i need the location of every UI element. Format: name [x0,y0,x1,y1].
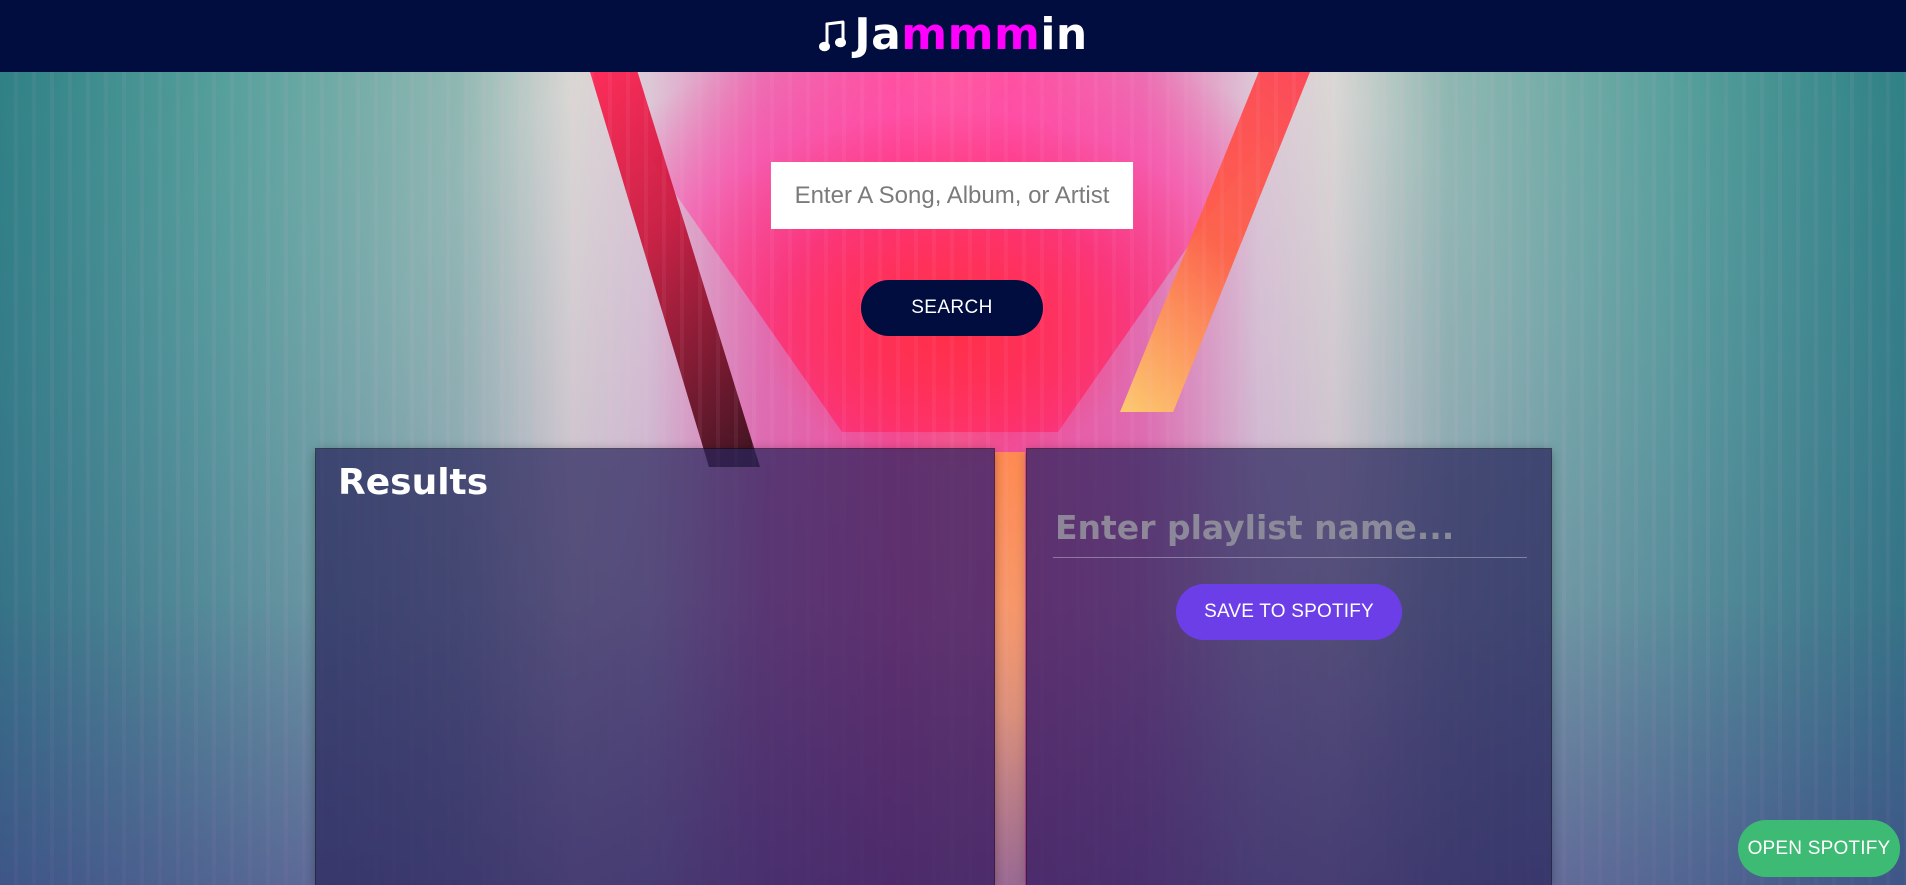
open-spotify-button[interactable]: OPEN SPOTIFY [1738,820,1900,877]
playlist-panel: SAVE TO SPOTIFY [1027,449,1551,885]
logo-text-prefix: Ja [854,9,902,60]
app-title: Jammmin [854,13,1088,57]
logo-text-accent: mmm [901,9,1041,60]
jammmin-app: Jammmin SEARCH Results SAVE TO SPOTIFY O… [0,0,1906,885]
results-panel: Results [316,449,994,885]
app-header: Jammmin [0,0,1906,72]
results-title: Results [338,462,489,503]
search-button[interactable]: SEARCH [861,280,1043,336]
logo-text-suffix: in [1040,9,1088,60]
search-input[interactable] [771,162,1133,229]
app-logo: Jammmin [818,0,1088,72]
music-note-icon [818,20,847,54]
save-to-spotify-button[interactable]: SAVE TO SPOTIFY [1176,584,1402,640]
playlist-name-input[interactable] [1053,498,1527,558]
